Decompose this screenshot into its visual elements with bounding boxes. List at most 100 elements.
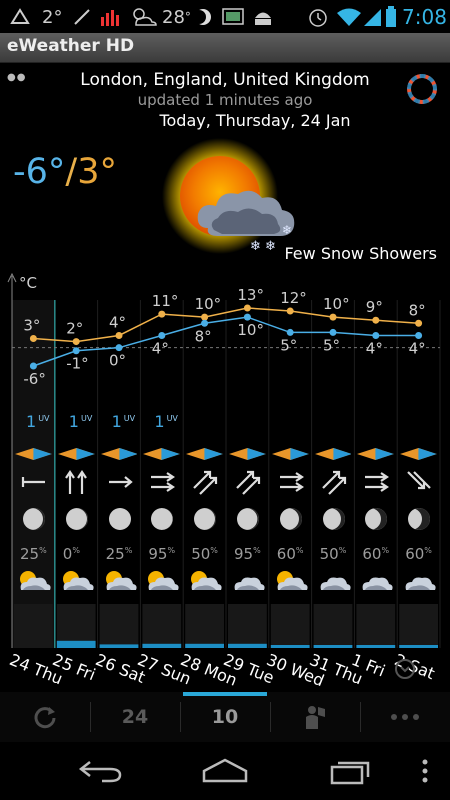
days-10-button[interactable]: 10 <box>180 692 270 742</box>
android-icon <box>252 6 274 28</box>
current-low: -6° <box>13 152 66 192</box>
wind-direction-icon <box>276 468 306 496</box>
sun-arc-icon <box>271 446 309 460</box>
back-icon[interactable] <box>78 759 124 783</box>
precip-unit: % <box>338 546 347 555</box>
sun-arc-icon <box>100 446 138 460</box>
uv-value: 1 <box>111 412 122 431</box>
signal-bars-icon <box>100 6 124 28</box>
today-label: Today, Thursday, 24 Jan <box>159 111 351 130</box>
uv-index: 1 UV <box>69 412 93 431</box>
low-temp-label: 10° <box>237 321 264 339</box>
map-button[interactable] <box>270 692 360 742</box>
low-temp-label: -1° <box>66 355 88 373</box>
high-temp-label: 9° <box>366 298 383 316</box>
precip-bar-bg <box>142 604 182 648</box>
days-10-label: 10 <box>211 706 239 728</box>
precip-chance: 60% <box>362 545 389 563</box>
status-temp-1: 2° <box>42 6 63 28</box>
battery-icon <box>385 6 397 28</box>
high-temp-point <box>115 331 123 339</box>
high-temp-point <box>29 335 37 343</box>
home-icon[interactable] <box>201 757 249 783</box>
sun-arc-icon <box>400 446 437 460</box>
precip-chance: 60% <box>277 545 304 563</box>
wind-direction-icon <box>190 468 220 496</box>
high-temp-label: 2° <box>66 320 83 338</box>
high-temp-label: 10° <box>195 295 222 313</box>
forecast-grid: °C 3° -6° 2° -1° 4° 0° 11° 4° 10° 8° 13° 10° 12° 5° 10°… <box>0 270 450 690</box>
uv-index: 1 UV <box>154 412 178 431</box>
high-temp-label: 11° <box>152 292 179 310</box>
wifi-icon <box>335 6 363 28</box>
clock: 7:08 <box>402 5 447 29</box>
precip-bar <box>99 644 139 648</box>
wind-direction-icon <box>62 468 92 496</box>
wind-direction-icon <box>147 468 177 496</box>
app-bar: eWeather HD <box>0 33 450 63</box>
precip-value: 60 <box>405 545 425 563</box>
active-tab-indicator <box>183 692 267 696</box>
navigation-bar <box>0 742 450 800</box>
high-temp-point <box>329 313 337 321</box>
precip-unit: % <box>124 546 133 555</box>
low-temp-point <box>72 347 80 355</box>
app-title: eWeather HD <box>7 36 135 56</box>
high-temp-point <box>372 316 380 324</box>
precip-bar <box>185 643 224 648</box>
wind-direction-icon <box>319 468 349 496</box>
current-high: 3° <box>77 152 117 192</box>
sun-cloud-icon <box>101 568 139 596</box>
sun-snow-icon <box>15 568 53 596</box>
menu-icon[interactable] <box>420 758 430 784</box>
moon-phase-icon <box>322 508 345 530</box>
sun-arc-icon <box>143 446 181 460</box>
precip-chance: 60% <box>405 545 432 563</box>
more-icon <box>391 714 419 720</box>
low-temp-label: 4° <box>152 339 169 357</box>
uv-index: 1 UV <box>26 412 50 431</box>
high-temp-label: 10° <box>323 295 350 313</box>
precip-unit: % <box>295 546 304 555</box>
condition-label: Few Snow Showers <box>284 244 437 263</box>
precip-bar <box>228 643 267 648</box>
refresh-icon <box>34 707 56 729</box>
status-temp-2: 28 ° <box>162 6 191 28</box>
unit-label: °C <box>19 274 37 292</box>
high-temp-point <box>201 313 209 321</box>
low-temp-point <box>158 331 166 339</box>
wind-direction-icon <box>233 468 263 496</box>
rain-cloud-icon <box>400 568 438 596</box>
cloud-sun-icon <box>130 6 158 28</box>
next-arrow-icon[interactable] <box>394 658 416 680</box>
svg-text:❄: ❄ <box>282 223 292 237</box>
sun-cloud-icon <box>58 568 96 596</box>
wind-direction-icon <box>361 468 391 496</box>
precip-chance: 95% <box>148 545 175 563</box>
low-temp-label: 4° <box>366 339 383 357</box>
precip-bar <box>313 645 353 648</box>
moon-phase-icon <box>65 508 88 530</box>
high-temp-label: 4° <box>109 313 126 331</box>
precip-unit: % <box>253 546 261 555</box>
days-24-button[interactable]: 24 <box>90 692 180 742</box>
more-button[interactable] <box>360 692 450 742</box>
precip-bar-bg <box>99 604 139 648</box>
low-temp-point <box>29 362 37 370</box>
person-map-icon <box>306 706 325 729</box>
precip-value: 95 <box>234 545 254 563</box>
precip-bar <box>356 645 396 648</box>
wind-direction-icon <box>404 468 434 496</box>
temp-separator: / <box>65 152 78 192</box>
high-temp-point <box>158 310 166 318</box>
settings-ring-icon[interactable] <box>405 72 439 106</box>
sun-arc-icon <box>357 446 395 460</box>
precip-bar-bg <box>185 604 224 648</box>
recents-icon[interactable] <box>330 757 374 785</box>
refresh-button[interactable] <box>0 692 90 742</box>
rain-cloud-icon <box>229 568 267 596</box>
sun-arc-icon <box>57 446 95 460</box>
precip-bar-bg <box>313 604 353 648</box>
precip-chance: 25% <box>20 545 47 563</box>
wind-direction-icon <box>19 468 49 496</box>
